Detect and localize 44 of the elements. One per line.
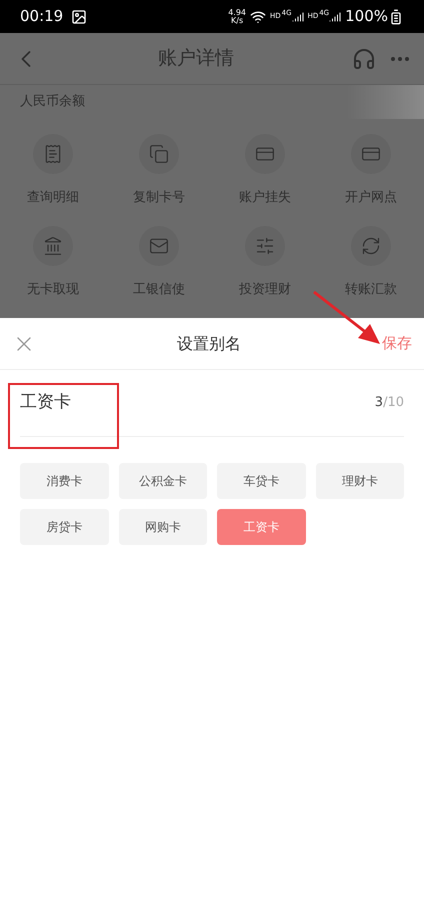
balance-label: 人民币余额	[20, 93, 86, 112]
clock: 00:19	[20, 6, 64, 28]
action-icon-background[interactable]	[351, 226, 391, 266]
alias-chip[interactable]: 网购卡	[118, 509, 207, 545]
receipt-icon	[43, 144, 63, 164]
action-icon-background[interactable]	[33, 134, 73, 174]
char-count: 3	[374, 394, 384, 412]
battery-percent: 100%	[345, 6, 388, 28]
sliders-icon	[255, 236, 275, 256]
action-label[interactable]: 查询明细	[27, 188, 79, 208]
copy-icon	[149, 144, 169, 164]
action-icon-background[interactable]	[245, 134, 285, 174]
signal-icon	[329, 10, 342, 22]
speed-unit: K/s	[231, 16, 244, 24]
wifi-icon	[250, 8, 266, 24]
alias-field[interactable]: 工资卡	[20, 390, 375, 416]
save-button[interactable]: 保存	[382, 332, 412, 355]
action-label[interactable]: 复制卡号	[133, 188, 185, 208]
speed-value: 4.94	[228, 8, 246, 16]
alias-chip[interactable]: 消费卡	[20, 463, 108, 499]
image-icon	[71, 8, 88, 24]
action-label[interactable]: 转账汇款	[345, 280, 397, 300]
action-label[interactable]: 无卡取现	[27, 280, 79, 300]
exchange-icon	[361, 236, 381, 256]
action-label[interactable]: 开户网点	[345, 188, 397, 208]
alias-chip[interactable]: 房贷卡	[20, 509, 108, 545]
alias-chip[interactable]: 理财卡	[316, 463, 404, 499]
char-limit: /10	[383, 394, 404, 412]
atm-icon	[43, 236, 63, 256]
action-icon-background[interactable]	[245, 226, 285, 266]
alias-chip[interactable]: 车贷卡	[217, 463, 306, 499]
page-title: 账户详情	[157, 46, 235, 72]
action-label[interactable]: 账户挂失	[239, 188, 291, 208]
alias-chip[interactable]: 公积金卡	[118, 463, 207, 499]
action-icon-background[interactable]	[139, 226, 179, 266]
envelope-icon	[149, 236, 169, 256]
headset-icon[interactable]	[352, 46, 376, 70]
action-label[interactable]: 投资理财	[239, 280, 291, 300]
action-icon-background[interactable]	[351, 134, 391, 174]
action-label[interactable]: 工银信使	[133, 280, 185, 300]
action-icon-background[interactable]	[33, 226, 73, 266]
alias-chip[interactable]: 工资卡	[217, 509, 306, 545]
sheet-title: 设置别名	[176, 332, 242, 354]
action-icon-background[interactable]	[139, 134, 179, 174]
